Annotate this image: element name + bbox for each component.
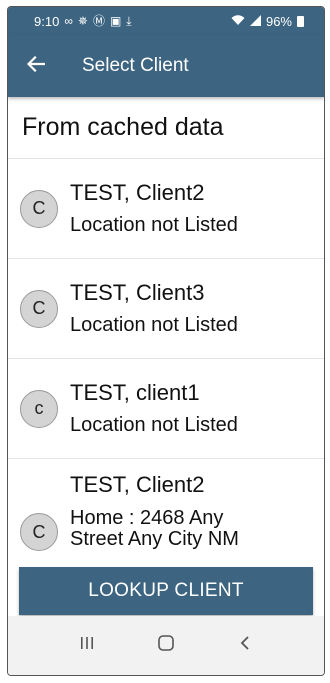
battery-icon xyxy=(297,15,304,27)
lookup-client-button[interactable]: LOOKUP CLIENT xyxy=(19,566,313,615)
avatar: C xyxy=(20,289,58,328)
list-item[interactable]: c TEST, client1 Location not Listed xyxy=(8,359,324,459)
client-name: TEST, Client3 xyxy=(70,279,205,305)
recent-apps-button[interactable] xyxy=(67,626,107,666)
client-location: Location not Listed xyxy=(70,314,238,337)
client-location: Home : 2468 Any Street Any City NM xyxy=(70,507,239,551)
avatar: C xyxy=(20,189,58,228)
home-icon xyxy=(157,634,175,657)
item-text: TEST, Client2 Location not Listed xyxy=(70,181,238,236)
client-list[interactable]: C TEST, Client2 Location not Listed C TE… xyxy=(8,159,324,563)
item-text: TEST, client1 Location not Listed xyxy=(70,381,238,436)
wifi-icon xyxy=(231,14,245,28)
item-text: TEST, Client3 Location not Listed xyxy=(70,281,238,336)
status-left: 9:10 ∞ ✵ Ⓜ ▣ ⤓ xyxy=(34,14,132,29)
client-name: TEST, Client2 xyxy=(70,179,205,205)
app-bar: Select Client xyxy=(8,35,324,97)
phone-screen: 9:10 ∞ ✵ Ⓜ ▣ ⤓ 96% Select Client From ca… xyxy=(7,6,325,676)
avatar: C xyxy=(20,513,58,551)
client-location: Location not Listed xyxy=(70,214,238,237)
voicemail-icon: ∞ xyxy=(64,14,73,28)
section-header: From cached data xyxy=(8,97,324,159)
image-icon: ▣ xyxy=(109,14,122,28)
status-right: 96% xyxy=(231,14,304,29)
arrow-left-icon xyxy=(26,55,46,77)
home-button[interactable] xyxy=(146,626,186,666)
client-location: Location not Listed xyxy=(70,414,238,437)
download-icon: ⤓ xyxy=(126,14,132,28)
status-time: 9:10 xyxy=(34,13,60,29)
item-text: TEST, Client2 Home : 2468 Any Street Any… xyxy=(70,473,270,550)
back-icon xyxy=(239,635,251,656)
pinwheel-icon: ✵ xyxy=(77,14,88,28)
status-bar: 9:10 ∞ ✵ Ⓜ ▣ ⤓ 96% xyxy=(8,7,324,35)
battery-percent: 96% xyxy=(265,13,292,29)
client-name: TEST, client1 xyxy=(70,379,200,405)
back-button[interactable] xyxy=(8,35,64,97)
lookup-bar: LOOKUP CLIENT xyxy=(8,563,324,618)
recent-apps-icon xyxy=(79,636,95,655)
signal-icon xyxy=(249,14,261,28)
list-item[interactable]: C TEST, Client2 Home : 2468 Any Street A… xyxy=(8,459,324,563)
page-title: Select Client xyxy=(82,55,189,76)
nav-back-button[interactable] xyxy=(225,626,265,666)
system-nav-bar xyxy=(8,616,324,675)
client-name: TEST, Client2 xyxy=(70,472,205,497)
list-item[interactable]: C TEST, Client2 Location not Listed xyxy=(8,159,324,259)
circle-icon: Ⓜ xyxy=(92,14,105,28)
avatar: c xyxy=(20,389,58,428)
list-item[interactable]: C TEST, Client3 Location not Listed xyxy=(8,259,324,359)
